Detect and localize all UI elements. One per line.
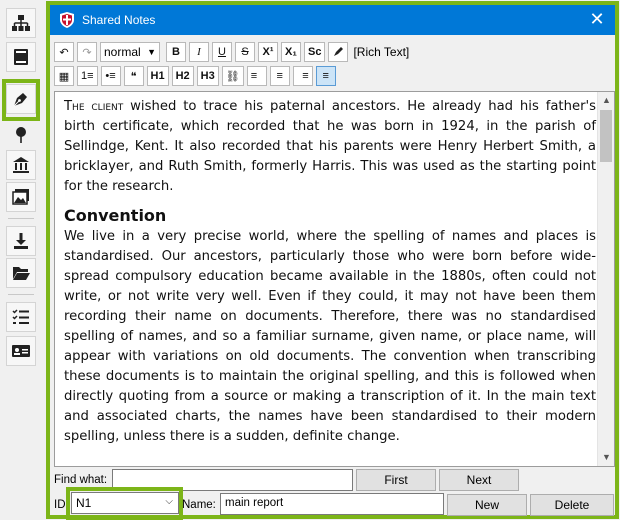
new-button[interactable]: New (447, 494, 527, 516)
paragraph-style-select[interactable]: normal ▼ (100, 42, 160, 62)
numbered-list-button[interactable]: 1≡ (77, 66, 98, 86)
download-icon[interactable] (6, 226, 36, 256)
superscript-button[interactable]: X¹ (258, 42, 278, 62)
rich-text-label: [Rich Text] (353, 45, 410, 59)
align-left-button[interactable]: ≡ (246, 66, 267, 86)
highlighter-icon[interactable] (328, 42, 349, 62)
h3-button[interactable]: H3 (196, 66, 219, 86)
book-icon[interactable] (6, 42, 36, 72)
pin-icon[interactable] (6, 120, 36, 150)
gallery-icon[interactable] (6, 182, 36, 212)
pen-nib-icon[interactable] (6, 84, 36, 114)
smallcaps-button[interactable]: Sc (304, 42, 326, 62)
table-button[interactable]: ▦ (54, 66, 74, 86)
folder-open-icon[interactable] (6, 258, 36, 288)
find-next-button[interactable]: Next (439, 469, 519, 491)
strikethrough-button[interactable]: S (235, 42, 255, 62)
shared-notes-window: Shared Notes ✕ ↶ ↷ normal ▼ B I U S X¹ X… (46, 1, 619, 520)
name-label: Name: (182, 499, 216, 511)
align-center-button[interactable]: ≡ (269, 66, 290, 86)
left-toolbar (0, 0, 44, 520)
underline-button[interactable]: U (212, 42, 232, 62)
paragraph-1-lead: The client (64, 99, 124, 114)
align-justify-button[interactable]: ≡ (315, 66, 336, 86)
paragraph-1-text: wished to trace his paternal ancestors. … (64, 99, 596, 194)
name-input[interactable]: main report (220, 493, 444, 515)
tree-icon[interactable] (6, 8, 36, 38)
format-toolbar-row-2: ▦ 1≡ •≡ ❝ H1 H2 H3 ⛓ ≡ ≡ ≡ ≡ (54, 65, 339, 87)
h1-button[interactable]: H1 (146, 66, 169, 86)
chevron-down-icon: ▼ (147, 47, 156, 57)
bold-button[interactable]: B (166, 42, 186, 62)
link-button[interactable]: ⛓ (221, 66, 244, 86)
quote-button[interactable]: ❝ (123, 66, 144, 86)
undo-button[interactable]: ↶ (54, 42, 74, 62)
paragraph-style-value: normal (104, 45, 141, 59)
id-card-icon[interactable] (6, 336, 36, 366)
shield-icon (60, 12, 74, 28)
editor-content[interactable]: The client wished to trace his paternal … (64, 97, 596, 447)
id-label: ID: (54, 499, 69, 511)
find-label: Find what: (54, 474, 108, 486)
id-select[interactable]: N1 ⌵ (71, 492, 179, 514)
notes-editor[interactable]: The client wished to trace his paternal … (54, 91, 615, 467)
italic-button[interactable]: I (189, 42, 209, 62)
redo-button[interactable]: ↷ (77, 42, 97, 62)
align-right-button[interactable]: ≡ (292, 66, 313, 86)
chevron-down-icon: ⌵ (165, 496, 173, 507)
close-icon[interactable]: ✕ (587, 9, 607, 29)
window-title: Shared Notes (82, 13, 156, 27)
bullet-list-button[interactable]: •≡ (100, 66, 121, 86)
find-input[interactable] (112, 469, 353, 491)
scroll-thumb[interactable] (600, 110, 612, 162)
checklist-icon[interactable] (6, 302, 36, 332)
museum-icon[interactable] (6, 150, 36, 180)
delete-button[interactable]: Delete (530, 494, 614, 516)
scroll-down-icon[interactable]: ▼ (598, 449, 614, 466)
scroll-up-icon[interactable]: ▲ (598, 92, 614, 109)
vertical-scrollbar[interactable]: ▲ ▼ (597, 92, 614, 466)
subscript-button[interactable]: X₁ (281, 42, 301, 62)
paragraph-2: We live in a very precise world, where t… (64, 229, 596, 444)
paragraph-1: The client wished to trace his paternal … (64, 97, 596, 197)
title-bar: Shared Notes ✕ (50, 5, 615, 35)
id-value: N1 (76, 496, 92, 510)
find-first-button[interactable]: First (356, 469, 436, 491)
section-heading: Convention (64, 206, 167, 225)
h2-button[interactable]: H2 (171, 66, 194, 86)
format-toolbar-row-1: ↶ ↷ normal ▼ B I U S X¹ X₁ Sc [Rich Text… (54, 41, 409, 63)
